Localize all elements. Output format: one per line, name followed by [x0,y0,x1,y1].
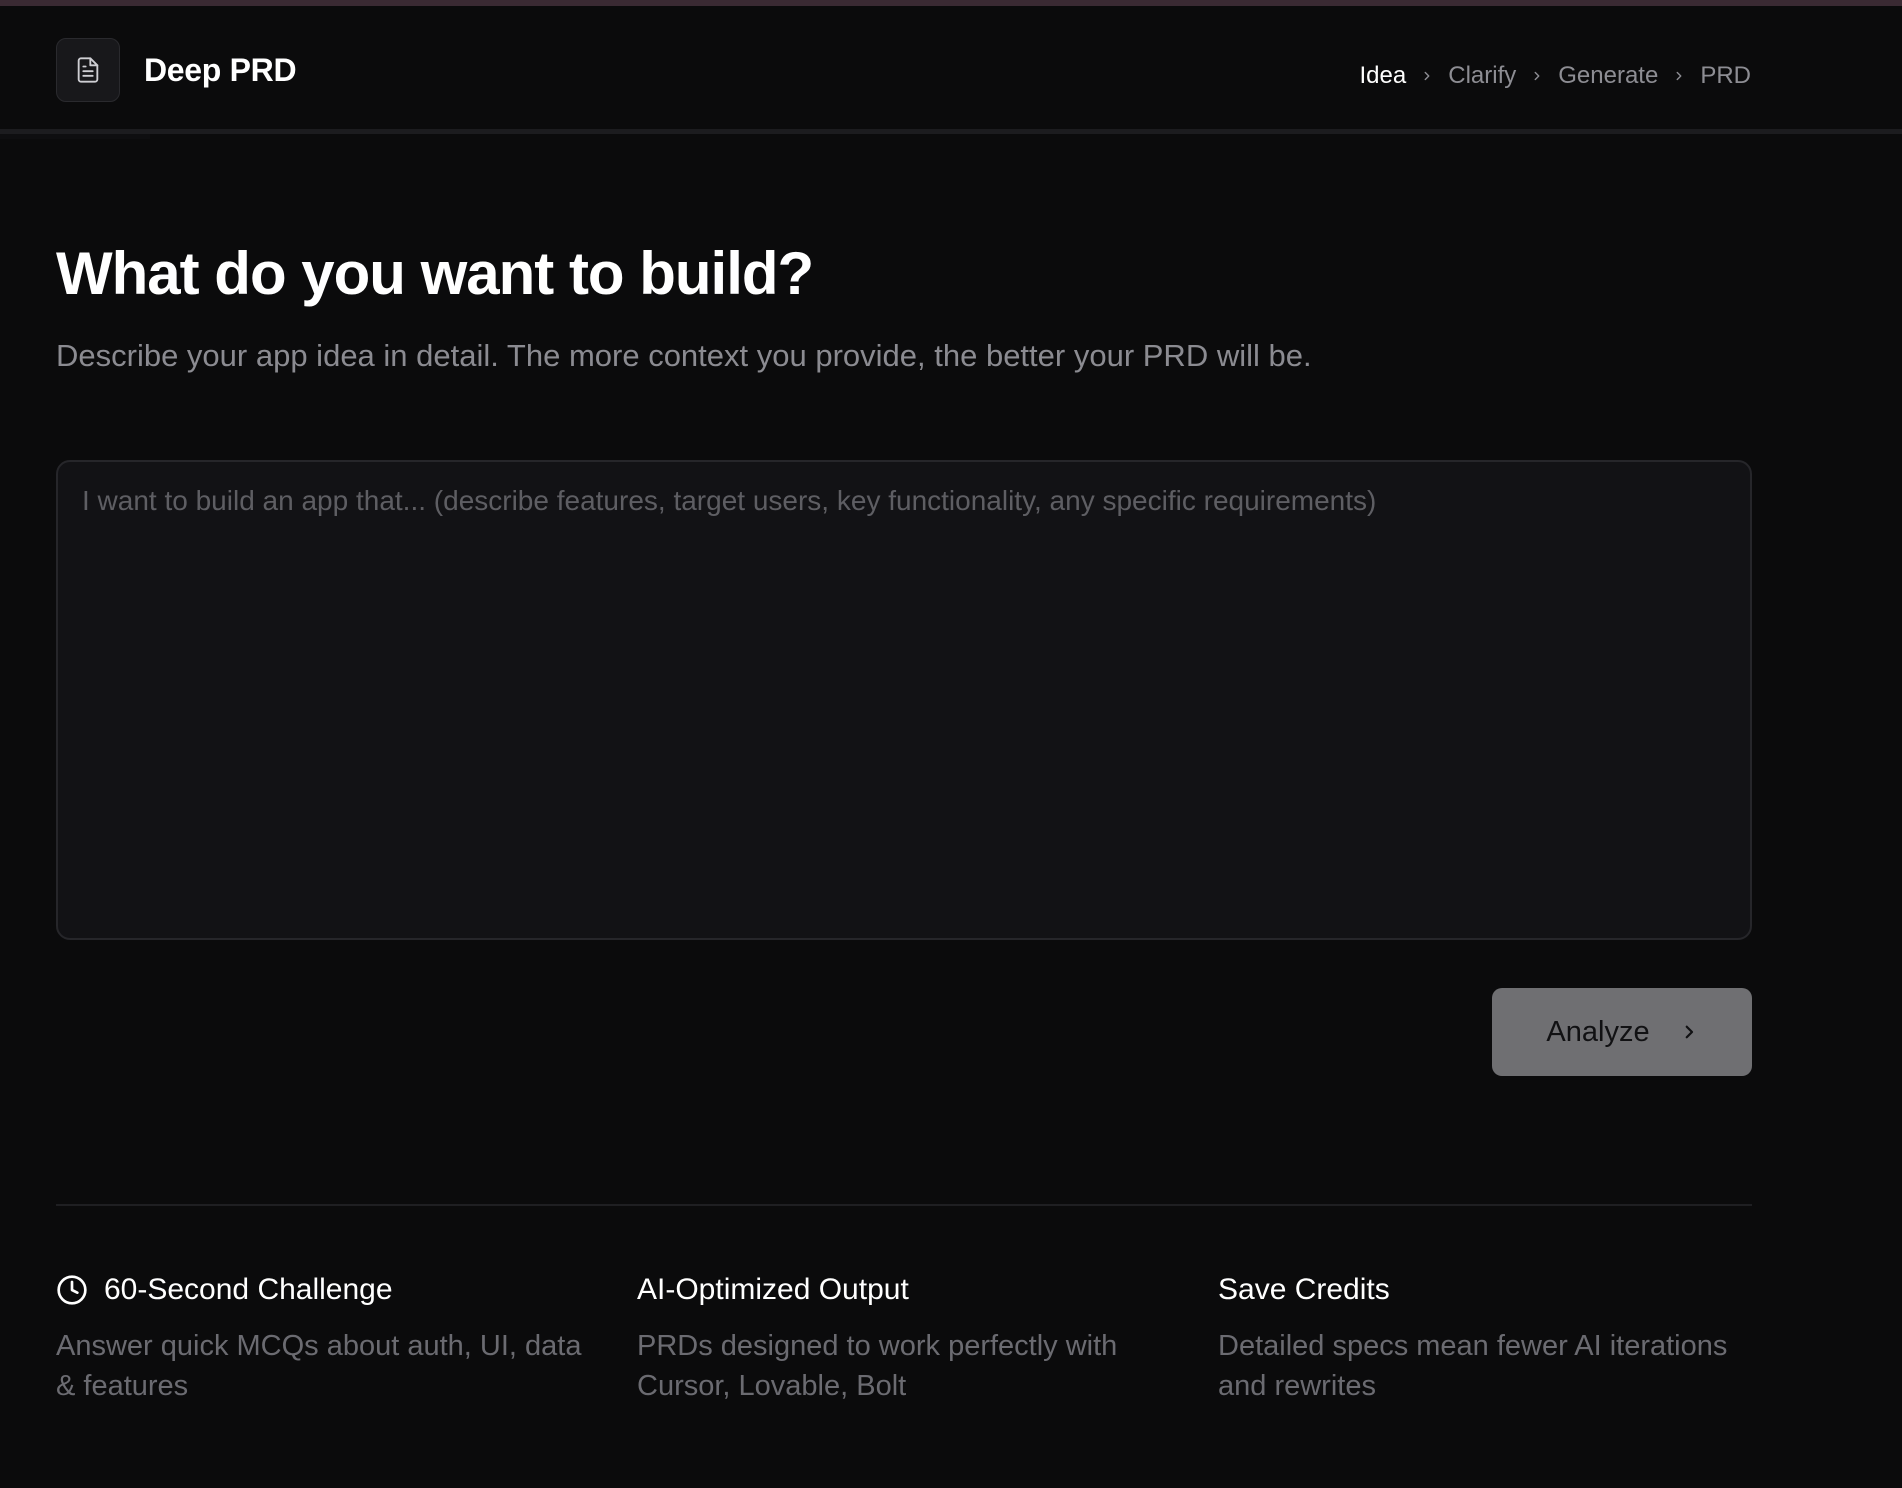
feature-description: Detailed specs mean fewer AI iterations … [1218,1330,1728,1402]
feature-title: Save Credits [1218,1273,1390,1306]
feature-60-second-challenge: 60-Second Challenge Answer quick MCQs ab… [56,1270,616,1406]
app-header: Deep PRD Idea Clarify Generate PRD [0,6,1902,134]
feature-ai-optimized-output: AI-Optimized Output PRDs designed to wor… [637,1270,1197,1406]
document-icon [77,57,99,83]
clock-icon [57,1275,87,1305]
breadcrumb-step-clarify[interactable]: Clarify [1448,62,1516,90]
feature-save-credits: Save Credits Detailed specs mean fewer A… [1218,1270,1778,1406]
feature-title: AI-Optimized Output [637,1273,909,1306]
breadcrumb-step-generate[interactable]: Generate [1558,62,1658,90]
idea-input[interactable] [56,460,1752,940]
chevron-right-icon [1420,69,1434,83]
app-logo[interactable] [56,38,120,102]
feature-title: 60-Second Challenge [104,1273,393,1306]
page-subtitle: Describe your app idea in detail. The mo… [56,338,1312,373]
breadcrumb-step-prd[interactable]: PRD [1700,62,1751,90]
page-title: What do you want to build? [56,240,814,307]
feature-description: Answer quick MCQs about auth, UI, data &… [56,1330,582,1402]
section-divider [56,1204,1752,1206]
breadcrumb: Idea Clarify Generate PRD [1360,56,1751,96]
chevron-right-icon [1530,69,1544,83]
analyze-button-label: Analyze [1546,1015,1650,1048]
chevron-right-icon [1685,1025,1693,1039]
header-progress-segment [0,134,150,139]
breadcrumb-step-idea[interactable]: Idea [1360,62,1407,90]
chevron-right-icon [1672,69,1686,83]
feature-description: PRDs designed to work perfectly with Cur… [637,1330,1118,1402]
app-title: Deep PRD [144,52,297,88]
analyze-button[interactable]: Analyze [1492,988,1752,1076]
